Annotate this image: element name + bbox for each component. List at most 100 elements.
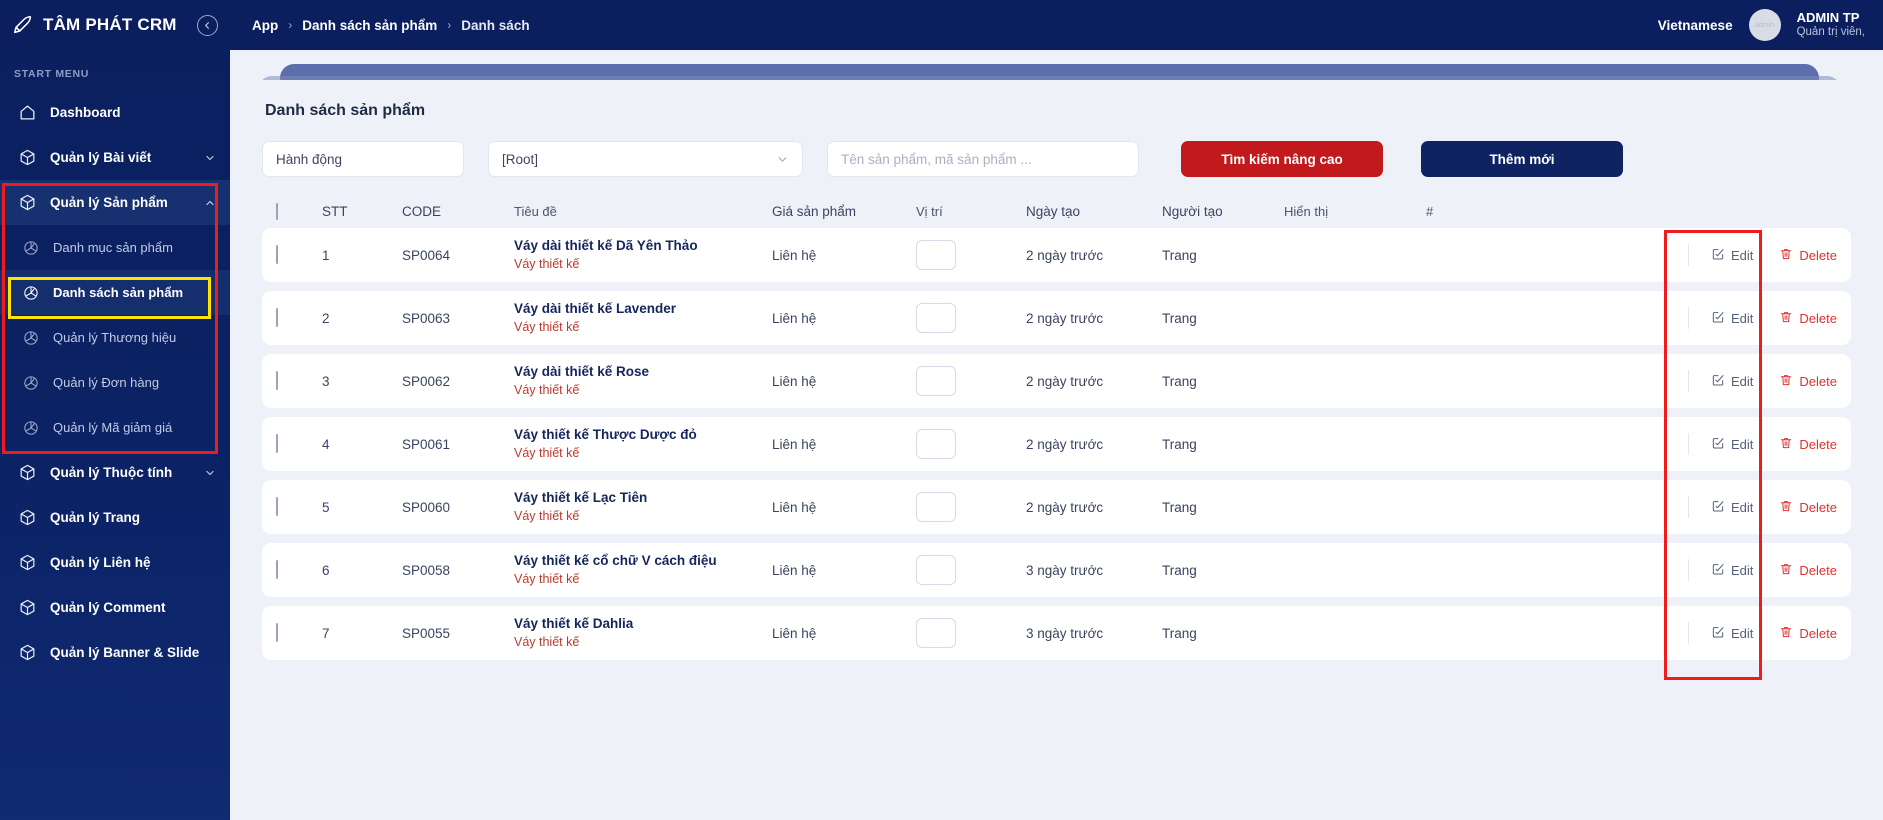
delete-button[interactable]: Delete <box>1779 247 1837 264</box>
cell-code: SP0064 <box>402 247 451 263</box>
category-select[interactable]: [Root] <box>488 141 803 177</box>
product-category: Váy thiết kế <box>514 382 580 397</box>
home-icon <box>18 103 37 122</box>
sidebar-collapse-icon[interactable] <box>197 14 218 36</box>
select-all-cell <box>276 202 322 220</box>
sidebar-item-banners[interactable]: Quản lý Banner & Slide <box>0 630 230 675</box>
position-input[interactable] <box>916 429 956 459</box>
row-select-cell <box>276 560 322 579</box>
edit-button[interactable]: Edit <box>1711 562 1753 579</box>
position-input[interactable] <box>916 303 956 333</box>
sidebar-item-product-categories[interactable]: Danh mục sản phẩm <box>0 225 230 270</box>
sidebar-item-label: Quản lý Thương hiệu <box>53 330 177 345</box>
delete-label: Delete <box>1799 373 1837 389</box>
cell-user: Trang <box>1162 436 1197 452</box>
cell-code: SP0060 <box>402 499 451 515</box>
header-stt: STT <box>322 203 348 219</box>
sidebar-item-label: Quản lý Trang <box>50 510 141 525</box>
product-name[interactable]: Váy thiết kế Thược Dược đỏ <box>514 426 772 444</box>
delete-button[interactable]: Delete <box>1779 499 1837 516</box>
edit-button[interactable]: Edit <box>1711 436 1753 453</box>
cell-date: 2 ngày trước <box>1026 436 1104 452</box>
select-all-checkbox[interactable] <box>276 202 278 220</box>
delete-button[interactable]: Delete <box>1779 310 1837 327</box>
edit-icon <box>1711 247 1725 264</box>
table-row: 6 SP0058 Váy thiết kế cổ chữ V cách điệu Vá… <box>262 543 1851 597</box>
sidebar-item-coupons[interactable]: Quản lý Mã giảm giá <box>0 405 230 450</box>
table-row: 3 SP0062 Váy dài thiết kế Rose Váy thiết kế… <box>262 354 1851 408</box>
row-checkbox[interactable] <box>276 434 278 453</box>
sidebar: TÂM PHÁT CRM START MENU Dashboard Quản l… <box>0 0 230 820</box>
sidebar-item-dashboard[interactable]: Dashboard <box>0 90 230 135</box>
row-checkbox[interactable] <box>276 371 278 390</box>
edit-icon <box>1711 310 1725 327</box>
row-checkbox[interactable] <box>276 623 278 642</box>
product-name[interactable]: Váy dài thiết kế Dã Yên Thảo <box>514 237 772 255</box>
row-checkbox[interactable] <box>276 308 278 327</box>
product-category: Váy thiết kế <box>514 508 580 523</box>
edit-button[interactable]: Edit <box>1711 310 1753 327</box>
cell-date: 3 ngày trước <box>1026 562 1104 578</box>
cube-icon <box>18 553 37 572</box>
edit-button[interactable]: Edit <box>1711 625 1753 642</box>
table-row: 7 SP0055 Váy thiết kế Dahlia Váy thiết kế Li… <box>262 606 1851 660</box>
add-new-button[interactable]: Thêm mới <box>1421 141 1623 177</box>
action-divider <box>1688 433 1690 455</box>
product-name[interactable]: Váy thiết kế Dahlia <box>514 615 772 633</box>
breadcrumb-item-list[interactable]: Danh sách <box>461 18 529 33</box>
sidebar-nav: Dashboard Quản lý Bài viết Quản lý Sản p… <box>0 90 230 675</box>
cell-price: Liên hệ <box>772 625 817 641</box>
cell-user: Trang <box>1162 562 1197 578</box>
sidebar-item-contacts[interactable]: Quản lý Liên hệ <box>0 540 230 585</box>
cell-actions: Edit Delete <box>1412 559 1837 581</box>
product-name[interactable]: Váy dài thiết kế Lavender <box>514 300 772 318</box>
action-divider <box>1688 559 1690 581</box>
edit-button[interactable]: Edit <box>1711 247 1753 264</box>
delete-button[interactable]: Delete <box>1779 436 1837 453</box>
cell-position <box>916 429 1026 459</box>
cell-price: Liên hệ <box>772 562 817 578</box>
edit-button[interactable]: Edit <box>1711 373 1753 390</box>
cell-price: Liên hệ <box>772 373 817 389</box>
advanced-search-button[interactable]: Tìm kiếm nâng cao <box>1181 141 1383 177</box>
row-checkbox[interactable] <box>276 560 278 579</box>
language-selector[interactable]: Vietnamese <box>1658 18 1733 33</box>
edit-label: Edit <box>1731 499 1754 515</box>
edit-button[interactable]: Edit <box>1711 499 1753 516</box>
delete-button[interactable]: Delete <box>1779 562 1837 579</box>
product-name[interactable]: Váy thiết kế Lạc Tiên <box>514 489 772 507</box>
user-menu[interactable]: ADMIN TP Quản trị viên, <box>1797 10 1865 39</box>
cell-position <box>916 618 1026 648</box>
row-checkbox[interactable] <box>276 245 278 264</box>
sidebar-item-pages[interactable]: Quản lý Trang <box>0 495 230 540</box>
toolbar: Hành động [Root] Tìm kiếm nâng cao Thêm … <box>262 141 1851 177</box>
position-input[interactable] <box>916 555 956 585</box>
sidebar-item-posts[interactable]: Quản lý Bài viết <box>0 135 230 180</box>
sidebar-item-comments[interactable]: Quản lý Comment <box>0 585 230 630</box>
header-visible: Hiển thị <box>1284 203 1329 219</box>
sidebar-item-brands[interactable]: Quản lý Thương hiệu <box>0 315 230 360</box>
avatar[interactable]: admin <box>1748 9 1781 41</box>
sidebar-item-products[interactable]: Quản lý Sản phẩm <box>0 180 230 225</box>
search-input[interactable] <box>827 141 1139 177</box>
breadcrumb-item-product-list[interactable]: Danh sách sản phẩm <box>302 18 437 33</box>
delete-button[interactable]: Delete <box>1779 625 1837 642</box>
product-name[interactable]: Váy dài thiết kế Rose <box>514 363 772 381</box>
topbar-right: Vietnamese admin ADMIN TP Quản trị viên, <box>1658 9 1865 41</box>
cell-user: Trang <box>1162 625 1197 641</box>
sidebar-item-attributes[interactable]: Quản lý Thuộc tính <box>0 450 230 495</box>
position-input[interactable] <box>916 618 956 648</box>
cell-title: Váy thiết kế cổ chữ V cách điệu Váy thiết… <box>514 552 772 587</box>
sidebar-item-product-list[interactable]: Danh sách sản phẩm <box>0 270 230 315</box>
breadcrumb-item-app[interactable]: App <box>252 18 278 33</box>
action-select[interactable]: Hành động <box>262 141 464 177</box>
position-input[interactable] <box>916 240 956 270</box>
position-input[interactable] <box>916 492 956 522</box>
row-checkbox[interactable] <box>276 497 278 516</box>
position-input[interactable] <box>916 366 956 396</box>
product-name[interactable]: Váy thiết kế cổ chữ V cách điệu <box>514 552 772 570</box>
page-title: Danh sách sản phẩm <box>265 102 426 119</box>
action-divider <box>1688 496 1690 518</box>
delete-button[interactable]: Delete <box>1779 373 1837 390</box>
sidebar-item-orders[interactable]: Quản lý Đơn hàng <box>0 360 230 405</box>
